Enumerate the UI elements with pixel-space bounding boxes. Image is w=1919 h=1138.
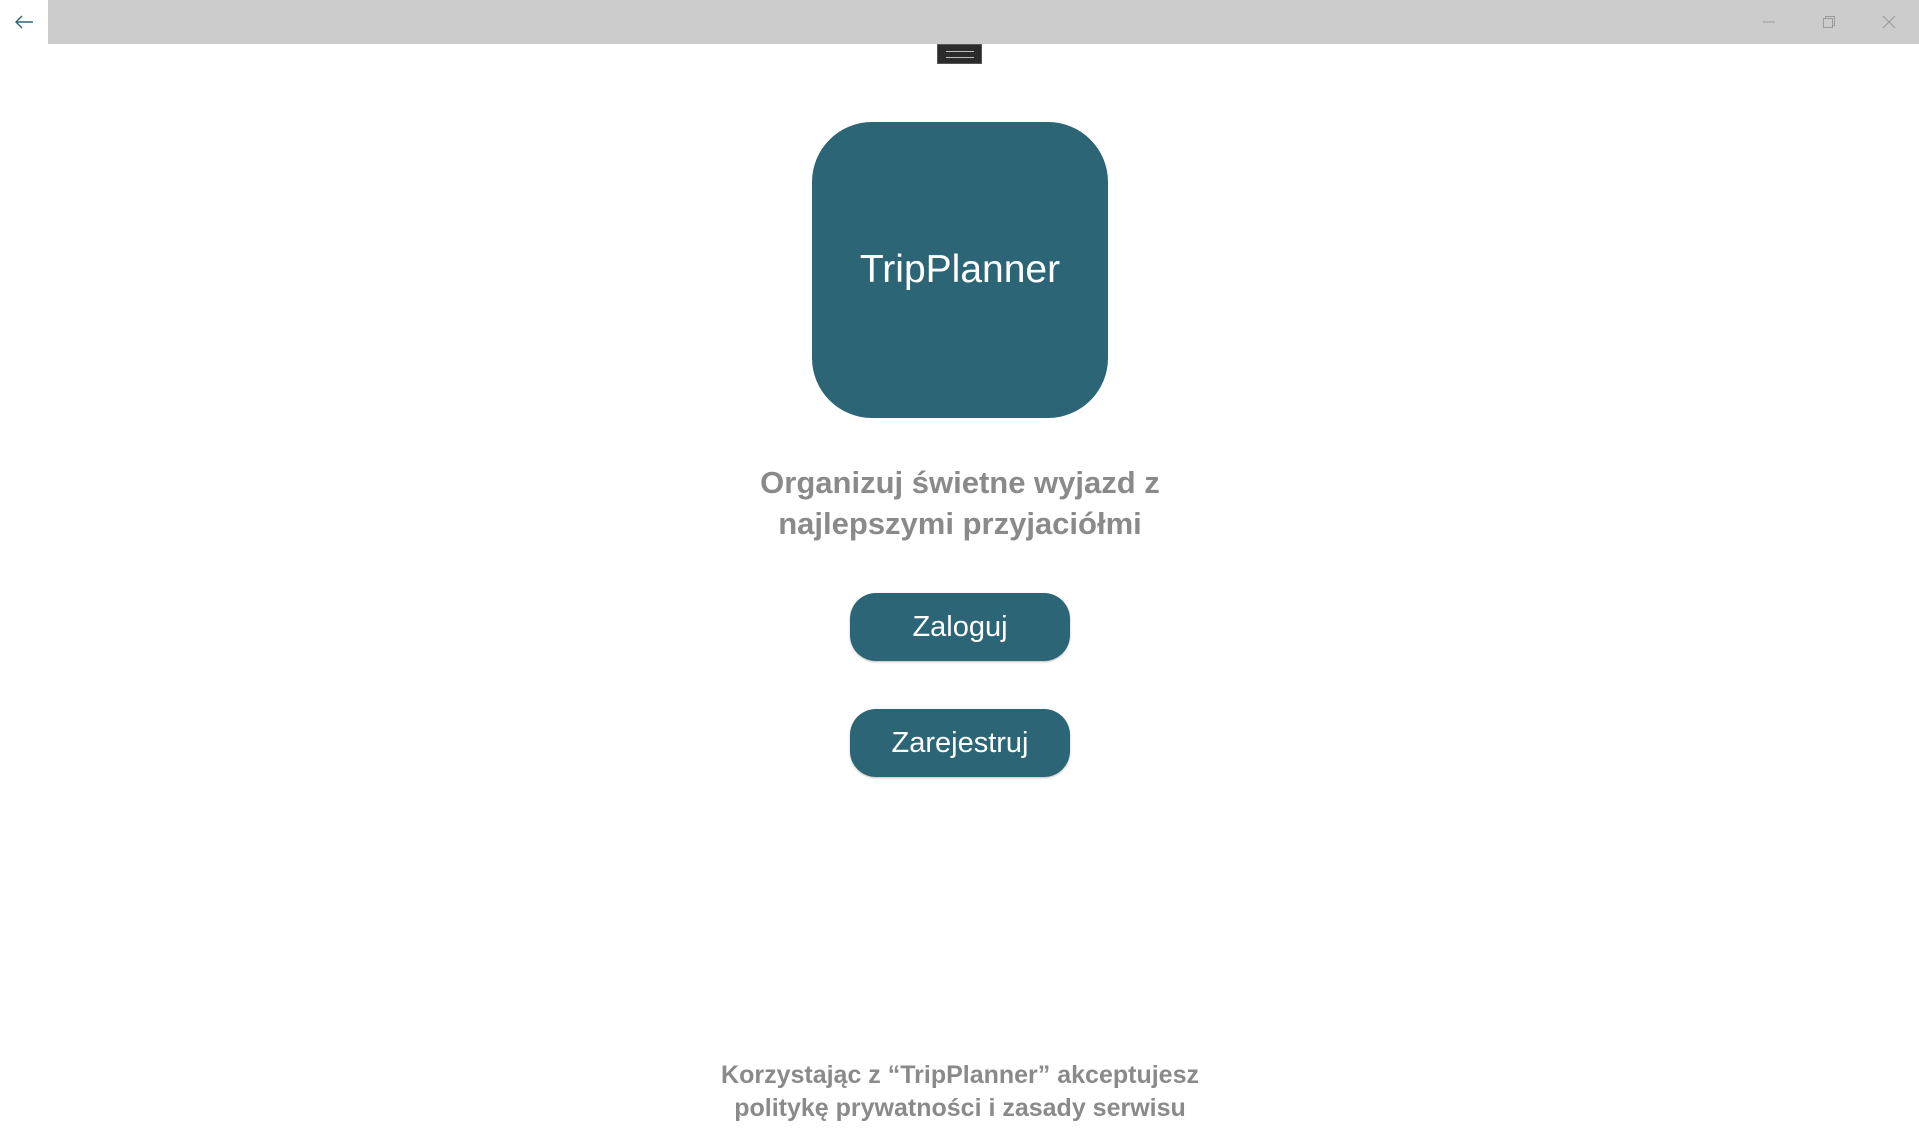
app-logo: TripPlanner xyxy=(812,122,1108,418)
minimize-button[interactable] xyxy=(1739,0,1799,44)
terms-notice-line-2: politykę prywatności i zasady serwisu xyxy=(734,1094,1186,1122)
app-logo-text: TripPlanner xyxy=(859,248,1061,291)
close-icon xyxy=(1882,15,1896,29)
back-button[interactable] xyxy=(0,0,48,44)
register-button[interactable]: Zarejestruj xyxy=(850,709,1070,777)
minimize-icon xyxy=(1763,21,1775,23)
drag-handle-lines xyxy=(945,50,974,58)
login-button-label: Zaloguj xyxy=(912,610,1008,643)
register-button-label: Zarejestruj xyxy=(891,726,1029,759)
restore-icon xyxy=(1823,16,1835,28)
login-button[interactable]: Zaloguj xyxy=(850,593,1070,661)
tagline-line-1: Organizuj świetne wyjazd z xyxy=(760,465,1160,500)
terms-notice-line-1: Korzystając z “TripPlanner” akceptujesz xyxy=(721,1061,1199,1089)
drag-handle[interactable] xyxy=(937,44,982,64)
tagline: Organizuj świetne wyjazd z najlepszymi p… xyxy=(660,462,1260,544)
back-arrow-icon xyxy=(15,15,33,29)
title-bar xyxy=(0,0,1919,44)
close-button[interactable] xyxy=(1859,0,1919,44)
terms-notice: Korzystając z “TripPlanner” akceptujesz … xyxy=(660,1059,1260,1125)
restore-button[interactable] xyxy=(1799,0,1859,44)
tagline-line-2: najlepszymi przyjaciółmi xyxy=(778,506,1142,541)
